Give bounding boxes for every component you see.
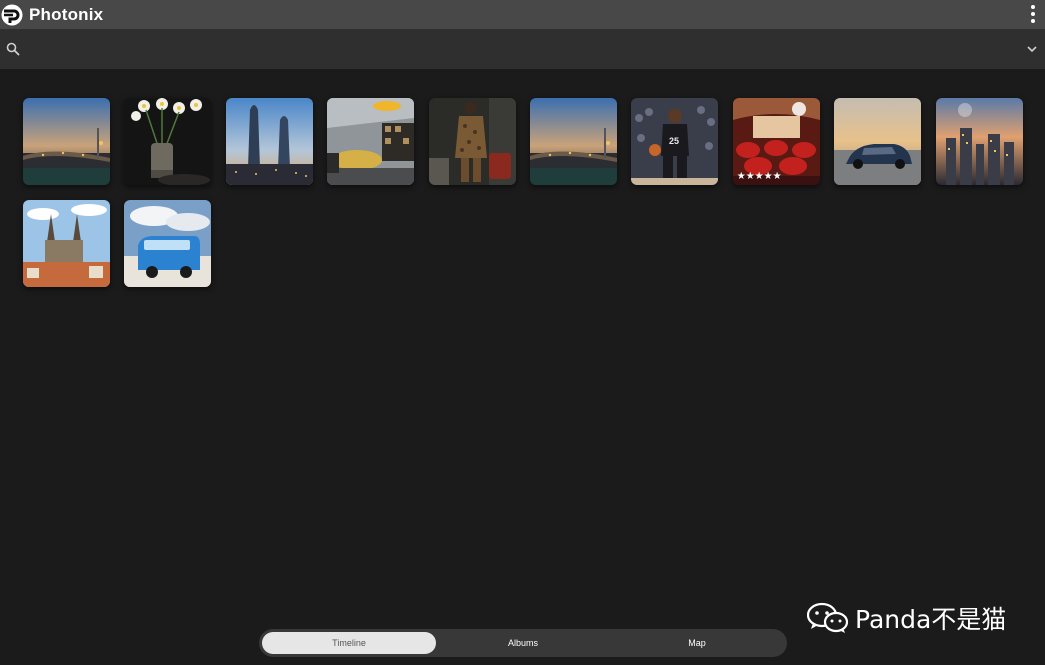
bridge-sunset-image: [529, 98, 617, 185]
selection-indicator[interactable]: [957, 103, 972, 117]
photo-thumbnail[interactable]: [529, 98, 617, 185]
tab-map[interactable]: Map: [610, 632, 784, 654]
wechat-icon: [807, 602, 849, 633]
bottom-nav: Timeline Albums Map: [259, 629, 787, 657]
tab-albums[interactable]: Albums: [436, 632, 610, 654]
photo-thumbnail[interactable]: [124, 98, 212, 185]
chevron-down-icon[interactable]: [1025, 42, 1039, 56]
app-window: Photonix 25 ★★★★★ Panda不是猫 Timeline Albu…: [0, 0, 1045, 665]
rating-stars: ★★★★★: [736, 171, 782, 182]
basketball-player-image: 25: [631, 98, 719, 185]
camper-van-image: [124, 200, 212, 287]
photonix-logo-icon: [1, 4, 23, 26]
search-input[interactable]: [26, 34, 1025, 64]
photo-thumbnail[interactable]: [225, 98, 313, 185]
tab-timeline[interactable]: Timeline: [262, 632, 436, 654]
watermark: Panda不是猫: [807, 600, 1006, 636]
photo-thumbnail[interactable]: [834, 98, 922, 185]
more-menu-icon[interactable]: [1027, 4, 1039, 24]
photo-thumbnail[interactable]: ★★★★★: [732, 98, 820, 185]
sedan-car-image: [834, 98, 922, 185]
photo-thumbnail[interactable]: [428, 98, 516, 185]
photo-thumbnail[interactable]: [23, 98, 110, 185]
fashion-model-image: [428, 98, 516, 185]
photo-thumbnail[interactable]: [124, 200, 212, 287]
svg-text:25: 25: [669, 136, 679, 146]
twin-towers-image: [225, 98, 313, 185]
photo-thumbnail[interactable]: [327, 98, 415, 185]
daffodils-image: [124, 98, 212, 185]
gothic-church-image: [23, 200, 110, 287]
search-icon: [6, 42, 20, 56]
photo-thumbnail[interactable]: 25: [631, 98, 719, 185]
city-skyline-image: [935, 98, 1023, 185]
watermark-text: Panda不是猫: [855, 605, 1007, 634]
bridge-sunset-image: [23, 98, 110, 185]
office-lounge-image: [327, 98, 415, 185]
search-bar: [0, 29, 1045, 69]
photo-thumbnail[interactable]: [23, 200, 110, 287]
photo-grid: 25 ★★★★★: [23, 98, 1033, 287]
app-header: Photonix: [0, 0, 1045, 29]
selection-indicator[interactable]: [791, 102, 806, 116]
app-title: Photonix: [29, 4, 104, 24]
photo-thumbnail[interactable]: [935, 98, 1023, 185]
